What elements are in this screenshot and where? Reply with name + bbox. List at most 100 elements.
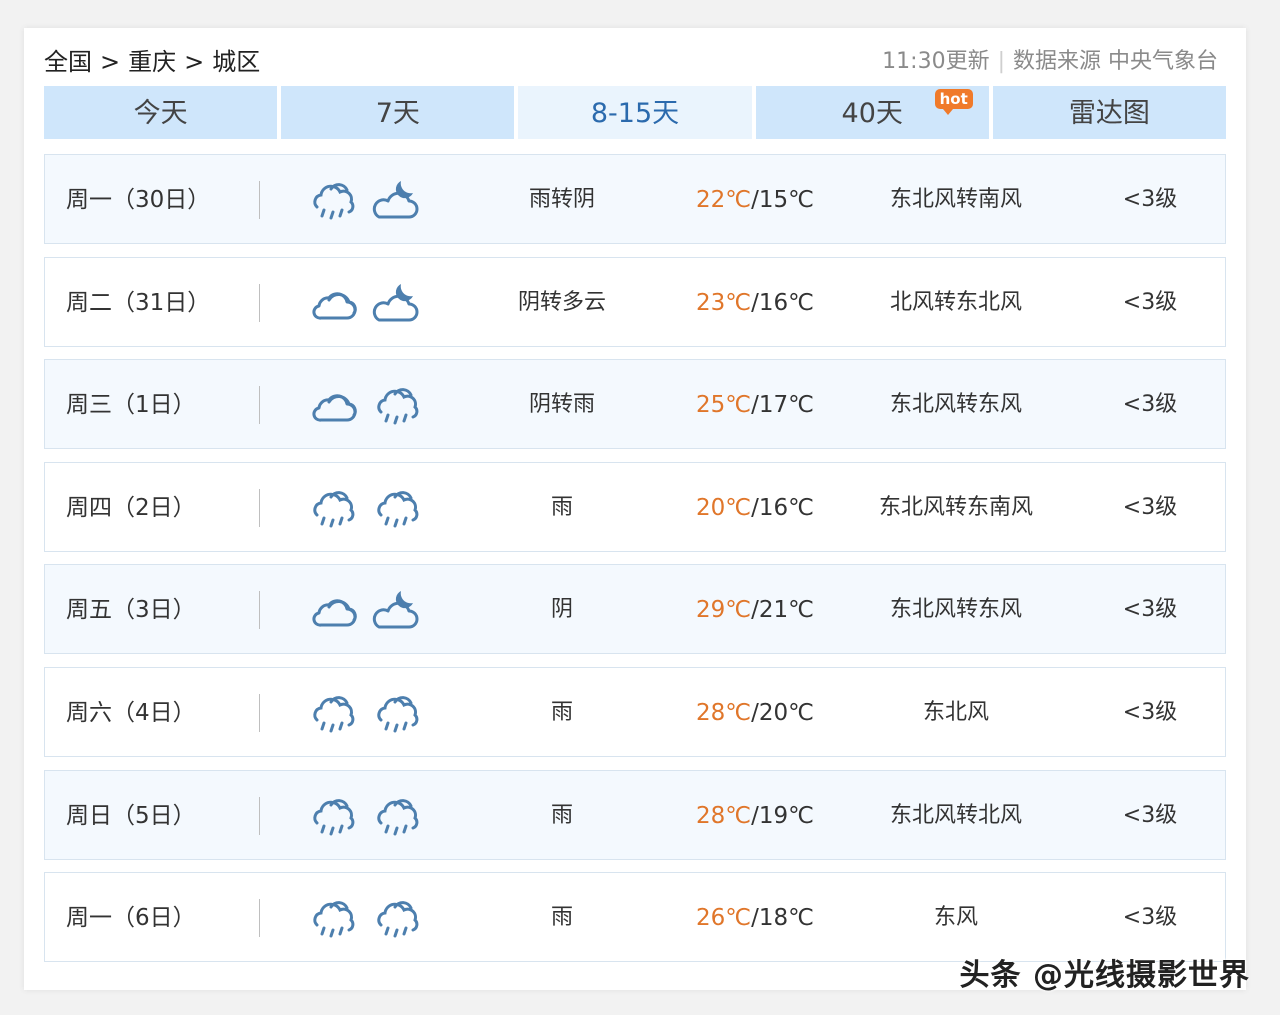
rain-cloud-icon: [313, 183, 355, 220]
cloud-moon-icon: [372, 591, 419, 629]
temperature: 25℃/17℃: [665, 360, 845, 448]
row-divider: [259, 796, 260, 835]
row-divider: [259, 693, 260, 732]
cloud-icon: [312, 291, 357, 320]
low-temp: /18℃: [751, 905, 814, 932]
temperature: 29℃/21℃: [665, 565, 845, 653]
rain-cloud-icon: [313, 696, 355, 733]
hot-badge: hot: [934, 89, 973, 115]
tab-label: 今天: [133, 98, 188, 129]
condition-text: 雨转阴: [528, 187, 595, 212]
high-temp: 28℃: [696, 802, 752, 829]
low-temp: /20℃: [751, 699, 814, 726]
tab-7-days[interactable]: 7天: [281, 86, 515, 139]
temperature: 22℃/15℃: [665, 155, 845, 243]
tab-label: 40天: [841, 98, 903, 129]
day-label: 周三（1日）: [66, 392, 196, 419]
tab-today[interactable]: 今天: [44, 86, 278, 139]
wind-level: <3级: [1122, 187, 1178, 212]
weather-icons: [307, 360, 427, 448]
weather-icons: [307, 463, 427, 551]
rain-cloud-icon: [377, 696, 419, 733]
weather-icons: [307, 258, 427, 346]
low-temp: /15℃: [751, 187, 814, 213]
wind-direction: 东风: [933, 905, 978, 931]
temperature: 23℃/16℃: [665, 258, 845, 346]
top-bar: 全国 > 重庆 > 城区 11:30更新 | 数据来源 中央气象台: [44, 44, 1226, 80]
low-temp: /17℃: [751, 392, 814, 419]
row-divider: [259, 899, 260, 938]
temperature: 28℃/19℃: [665, 771, 845, 859]
condition-text: 雨: [550, 494, 573, 520]
wind-level: <3级: [1122, 494, 1178, 520]
forecast-list: 周一（30日） 雨转阴 22℃/15℃ 东北风转南风 <3级 周二（31日） 阴转多云 23℃…: [44, 154, 1226, 975]
wind-level: <3级: [1122, 392, 1178, 418]
wind-level: <3级: [1122, 802, 1178, 828]
rain-cloud-icon: [377, 388, 419, 425]
condition-text: 雨: [550, 699, 573, 725]
forecast-row: 周三（1日） 阴转雨 25℃/17℃ 东北风转东风 <3级: [44, 359, 1226, 450]
temperature: 20℃/16℃: [665, 463, 845, 551]
high-temp: 22℃: [696, 187, 752, 213]
rain-cloud-icon: [377, 901, 419, 938]
rain-cloud-icon: [313, 901, 355, 938]
weather-icons: [307, 565, 427, 653]
rain-cloud-icon: [313, 798, 355, 836]
high-temp: 23℃: [696, 289, 752, 316]
row-divider: [259, 283, 260, 322]
row-divider: [259, 386, 260, 425]
tab-8-15-days[interactable]: 8-15天: [518, 86, 752, 139]
day-label: 周五（3日）: [66, 597, 196, 624]
cloud-icon: [312, 394, 357, 422]
tab-radar[interactable]: 雷达图: [992, 86, 1227, 139]
cloud-moon-icon: [372, 181, 419, 219]
wind-direction: 北风转东北风: [889, 289, 1022, 315]
rain-cloud-icon: [313, 490, 355, 528]
watermark: 头条 @光线摄影世界: [959, 958, 1250, 993]
low-temp: /16℃: [751, 494, 814, 521]
cloud-moon-icon: [372, 283, 419, 322]
wind-direction: 东北风转南风: [889, 187, 1022, 212]
weather-icons: [307, 155, 427, 243]
condition-text: 阴转雨: [528, 392, 595, 418]
update-info: 11:30更新 | 数据来源 中央气象台: [882, 44, 1218, 80]
low-temp: /16℃: [751, 289, 814, 316]
high-temp: 28℃: [696, 699, 752, 726]
forecast-tabs: 今天 7天 8-15天 40天 hot 雷达图: [44, 86, 1227, 139]
breadcrumb-separator: >: [100, 48, 121, 76]
wind-direction: 东北风: [922, 699, 989, 725]
update-time: 11:30更新: [882, 49, 990, 74]
temperature: 26℃/18℃: [665, 873, 845, 961]
breadcrumb-city[interactable]: 重庆: [128, 48, 176, 76]
forecast-row: 周六（4日） 雨 28℃/20℃ 东北风 <3级: [44, 666, 1226, 757]
condition-text: 阴转多云: [517, 289, 606, 315]
breadcrumb-country[interactable]: 全国: [44, 48, 92, 76]
tab-label: 7天: [375, 98, 420, 129]
condition-text: 雨: [550, 905, 573, 931]
tab-40-days[interactable]: 40天 hot: [755, 86, 989, 139]
row-divider: [259, 488, 260, 527]
wind-level: <3级: [1122, 699, 1178, 725]
forecast-row: 周五（3日） 阴 29℃/21℃ 东北风转东风 <3级: [44, 564, 1226, 655]
condition-text: 雨: [550, 802, 573, 828]
low-temp: /19℃: [751, 802, 814, 829]
wind-level: <3级: [1122, 289, 1178, 315]
day-label: 周一（30日）: [66, 187, 211, 213]
low-temp: /21℃: [751, 597, 814, 624]
wind-level: <3级: [1122, 905, 1178, 931]
row-divider: [259, 591, 260, 630]
tab-label: 雷达图: [1068, 98, 1150, 129]
forecast-row: 周一（6日） 雨 26℃/18℃ 东风 <3级: [44, 872, 1226, 963]
wind-direction: 东北风转北风: [889, 802, 1022, 828]
day-label: 周一（6日）: [66, 905, 196, 932]
forecast-row: 周一（30日） 雨转阴 22℃/15℃ 东北风转南风 <3级: [44, 154, 1226, 244]
meta-divider: |: [997, 49, 1005, 74]
weather-icons: [307, 668, 427, 756]
rain-cloud-icon: [377, 798, 419, 836]
weather-icons: [307, 873, 427, 961]
day-label: 周四（2日）: [66, 494, 196, 521]
wind-level: <3级: [1122, 597, 1178, 623]
wind-direction: 东北风转东风: [889, 597, 1022, 623]
row-divider: [259, 181, 260, 219]
day-label: 周六（4日）: [66, 699, 196, 726]
